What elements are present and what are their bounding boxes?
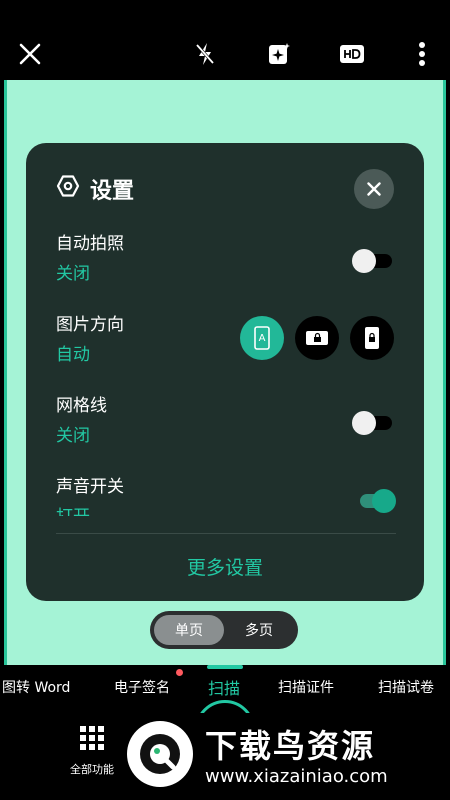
- magic-enhance-icon[interactable]: [263, 38, 295, 70]
- settings-panel: 设置 自动拍照 关闭 图片方向 自动 A 网格线 关闭 声音开关 更多设置: [26, 143, 424, 601]
- sound-toggle[interactable]: [352, 486, 396, 514]
- setting-label: 声音开关: [56, 477, 124, 497]
- setting-row-sound: 声音开关 打开: [56, 472, 396, 516]
- tab-scan[interactable]: 扫描: [208, 675, 240, 699]
- more-vertical-icon[interactable]: [406, 38, 438, 70]
- more-settings-link[interactable]: 更多设置: [26, 553, 424, 580]
- setting-label: 自动拍照: [56, 234, 124, 254]
- grid-lines-toggle[interactable]: [352, 408, 396, 436]
- setting-value: 自动: [56, 345, 90, 365]
- setting-label: 图片方向: [56, 315, 124, 335]
- flash-off-icon[interactable]: [189, 38, 221, 70]
- watermark-url: www.xiazainiao.com: [205, 766, 388, 787]
- watermark: 下载鸟资源 www.xiazainiao.com: [117, 713, 433, 795]
- grid-icon: [80, 726, 104, 750]
- watermark-title: 下载鸟资源: [205, 727, 376, 765]
- tab-e-signature[interactable]: 电子签名: [114, 677, 170, 697]
- setting-label: 网格线: [56, 396, 107, 416]
- close-icon: [367, 182, 381, 196]
- orientation-landscape-button[interactable]: [295, 316, 339, 360]
- setting-value: 关闭: [56, 426, 90, 446]
- auto-capture-toggle[interactable]: [352, 246, 396, 274]
- tab-image-to-word[interactable]: 图转 Word: [2, 677, 70, 697]
- settings-title: 设置: [56, 173, 134, 205]
- setting-value: 打开: [56, 502, 90, 516]
- single-page-button[interactable]: 单页: [154, 615, 224, 645]
- settings-hex-icon: [56, 174, 80, 204]
- phone-auto-icon: A: [254, 326, 270, 350]
- setting-value: 关闭: [56, 264, 90, 284]
- close-icon[interactable]: [14, 38, 46, 70]
- divider: [56, 533, 396, 534]
- setting-row-auto-capture: 自动拍照 关闭: [56, 229, 396, 289]
- phone-portrait-lock-icon: [365, 327, 379, 349]
- tab-scan-exam[interactable]: 扫描试卷: [378, 677, 434, 697]
- settings-close-button[interactable]: [354, 169, 394, 209]
- camera-scan-screen: 设置 自动拍照 关闭 图片方向 自动 A 网格线 关闭 声音开关 更多设置 单页…: [0, 0, 450, 800]
- orientation-auto-button[interactable]: A: [240, 316, 284, 360]
- all-functions-button[interactable]: 全部功能: [64, 725, 120, 777]
- top-toolbar: [0, 0, 450, 80]
- hd-icon[interactable]: [336, 38, 368, 70]
- all-functions-label: 全部功能: [70, 763, 114, 776]
- svg-text:A: A: [259, 333, 266, 344]
- setting-row-image-orientation: 图片方向 自动 A: [56, 310, 396, 370]
- setting-row-grid-lines: 网格线 关闭: [56, 391, 396, 451]
- new-badge: [176, 669, 183, 676]
- settings-title-text: 设置: [90, 179, 135, 204]
- watermark-logo: [127, 721, 193, 787]
- orientation-portrait-button[interactable]: [350, 316, 394, 360]
- page-mode-switch: 单页 多页: [150, 611, 298, 649]
- phone-landscape-lock-icon: [306, 331, 328, 345]
- multi-page-button[interactable]: 多页: [224, 615, 294, 645]
- tab-scan-id[interactable]: 扫描证件: [278, 677, 334, 697]
